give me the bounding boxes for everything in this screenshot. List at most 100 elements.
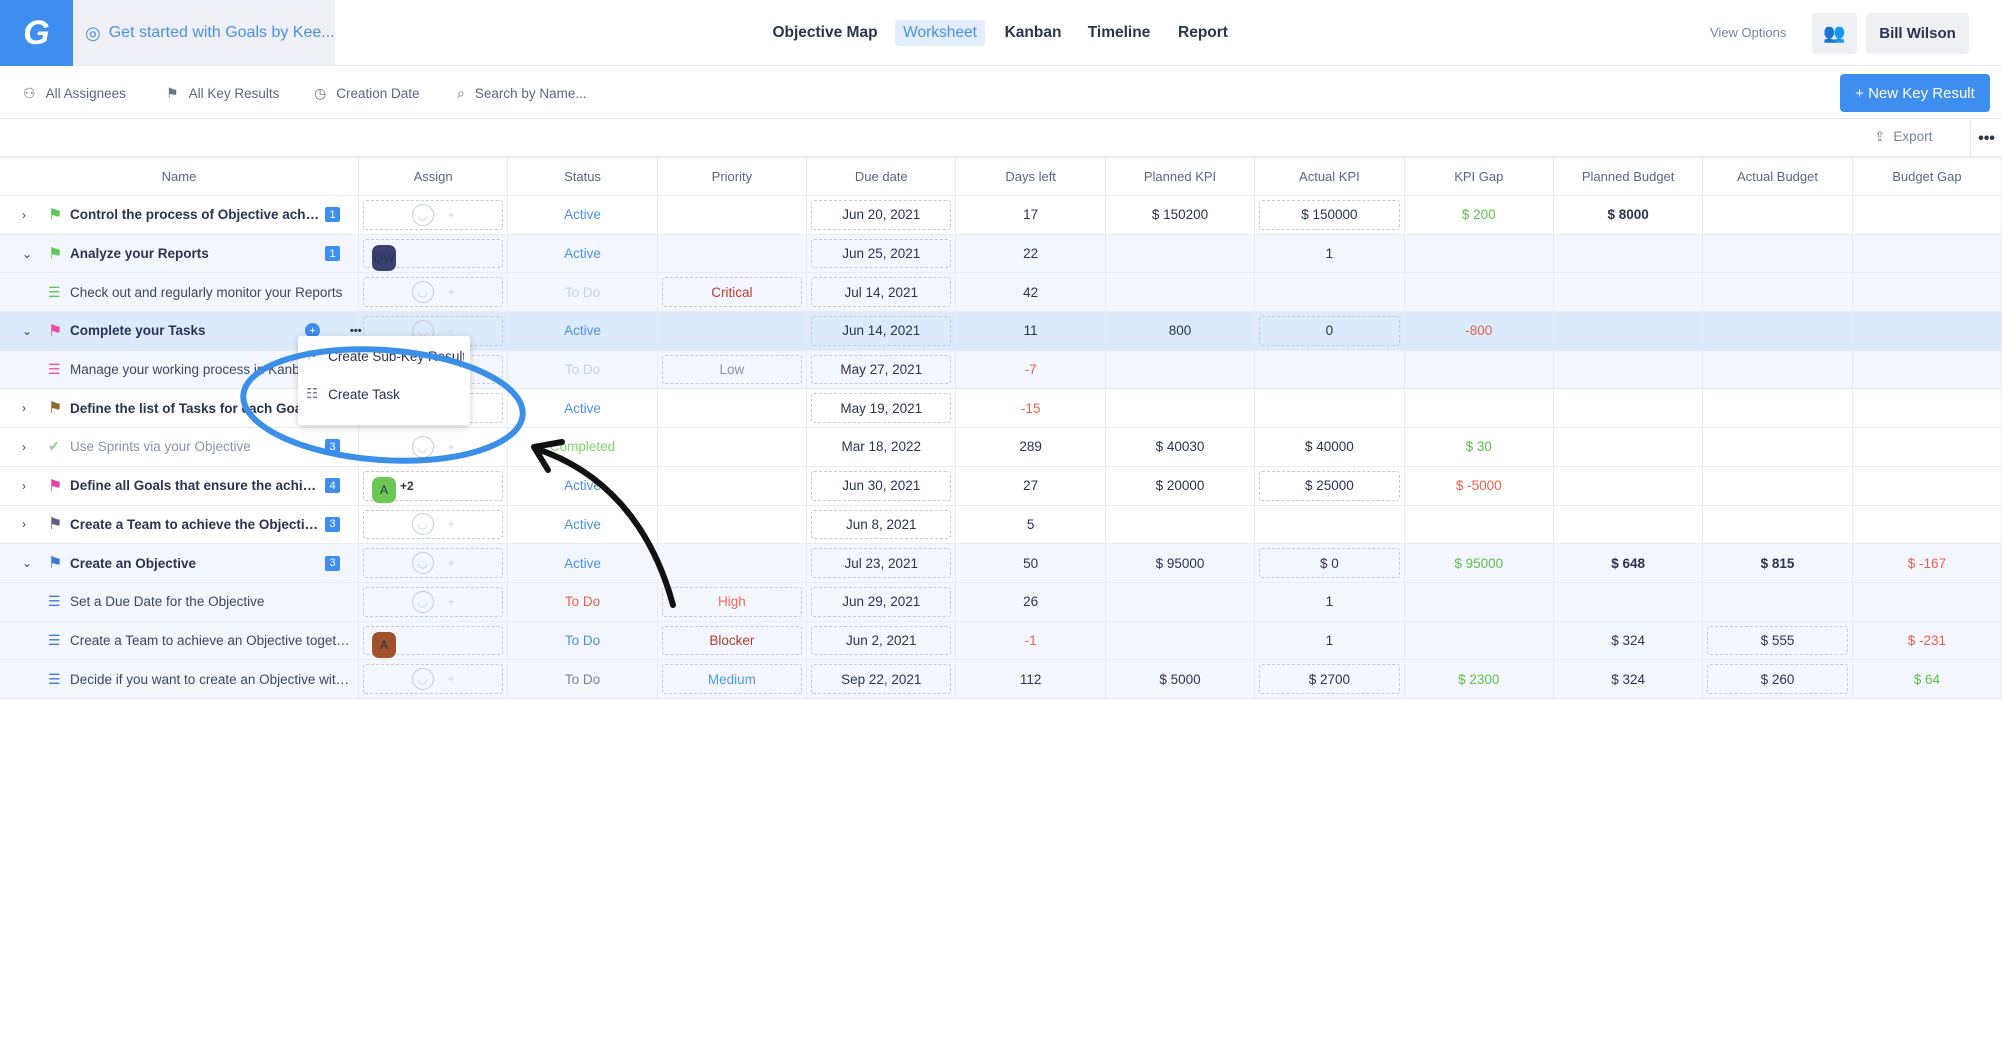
assign-field[interactable]: ◡+ (362, 200, 504, 230)
key-results-filter[interactable]: ⚑ All Key Results (166, 85, 279, 102)
view-options-button[interactable]: View Options (1710, 25, 1786, 40)
due-date-field[interactable]: Jun 30, 2021 (811, 470, 952, 501)
row-name[interactable]: Analyze your Reports (70, 246, 209, 261)
column-header[interactable]: Name (0, 158, 359, 195)
tab-report[interactable]: Report (1170, 20, 1236, 46)
assign-field[interactable]: ◡+ (363, 432, 503, 462)
column-header[interactable]: Status (508, 158, 658, 195)
menu-item-create-task[interactable]: ☷ Create Task (306, 386, 464, 402)
actual-kpi-field[interactable]: $ 0 (1259, 548, 1400, 578)
due-date-field[interactable]: Jul 23, 2021 (811, 548, 952, 578)
priority-field[interactable]: High (661, 586, 803, 617)
actual-kpi-field[interactable]: $ 2700 (1259, 664, 1400, 694)
row-name[interactable]: Control the process of Objective achieve… (70, 207, 320, 222)
chevron-right-icon[interactable]: › (22, 517, 26, 531)
due-date-field[interactable]: May 27, 2021 (811, 354, 952, 385)
due-date-field[interactable]: Jun 20, 2021 (811, 200, 952, 230)
table-row[interactable]: ☰ Check out and regularly monitor your Re… (0, 273, 2002, 313)
row-name[interactable]: Define the list of Tasks for each Goal t… (70, 401, 320, 416)
app-logo[interactable]: G (0, 0, 73, 66)
due-date-field[interactable]: Jul 14, 2021 (811, 277, 952, 308)
assign-field[interactable]: A +2 (362, 470, 504, 503)
column-header[interactable]: Budget Gap (1853, 158, 2002, 195)
priority-field[interactable]: Low (661, 354, 803, 385)
due-date-field[interactable]: Jun 25, 2021 (811, 238, 952, 269)
column-header[interactable]: Assign (359, 158, 509, 195)
row-name[interactable]: Create a Team to achieve an Objective to… (70, 633, 355, 648)
assign-field[interactable]: A (362, 625, 504, 658)
priority-field[interactable]: Blocker (661, 625, 803, 656)
chevron-down-icon[interactable]: ⌄ (22, 247, 32, 261)
actual-kpi-field[interactable]: 0 (1259, 316, 1400, 346)
tab-timeline[interactable]: Timeline (1080, 20, 1159, 46)
due-date-field[interactable]: Jun 8, 2021 (811, 509, 952, 540)
column-header[interactable]: Days left (956, 158, 1106, 195)
more-options-button[interactable]: ••• (1970, 121, 2002, 156)
column-header[interactable]: Priority (658, 158, 808, 195)
tab-objective-map[interactable]: Objective Map (764, 20, 885, 46)
assignees-filter[interactable]: ⚇ All Assignees (23, 85, 126, 102)
assign-field[interactable]: QW (362, 238, 504, 271)
actual-kpi-field[interactable]: $ 25000 (1259, 470, 1400, 501)
export-button[interactable]: ⇪ Export (1874, 129, 1932, 145)
column-header[interactable]: Planned KPI (1106, 158, 1256, 195)
creation-date-sort[interactable]: ◷ Creation Date (314, 85, 420, 102)
assign-field[interactable]: ◡+ (362, 664, 504, 694)
priority-field[interactable]: Critical (661, 277, 803, 308)
row-name[interactable]: Create an Objective (70, 556, 196, 571)
priority-field[interactable]: Medium (661, 664, 803, 694)
table-row[interactable]: ☰ Set a Due Date for the Objective ◡ + To Do… (0, 582, 2002, 622)
row-name[interactable]: Set a Due Date for the Objective (70, 594, 264, 609)
row-name[interactable]: Define all Goals that ensure the achieve… (70, 478, 320, 493)
table-row[interactable]: › ✔ Use Sprints via your Objective 3 ◡ + Compl… (0, 428, 2002, 467)
row-name[interactable]: Create a Team to achieve the Objective a… (70, 517, 320, 532)
search-input[interactable]: ⌕ Search by Name... (457, 85, 587, 102)
table-row[interactable]: ⌄ ⚑ Create an Objective 3 ◡ + Active Jul 23, 20… (0, 544, 2002, 583)
table-row[interactable]: ☰ Create a Team to achieve an Objective t… (0, 621, 2002, 661)
assign-field[interactable]: ◡+ (362, 277, 504, 308)
team-button[interactable]: 👥 (1812, 13, 1857, 54)
due-date-field[interactable]: Jun 29, 2021 (811, 586, 952, 617)
row-name[interactable]: Complete your Tasks (70, 323, 206, 338)
due-date-field[interactable]: Sep 22, 2021 (811, 664, 952, 694)
assign-field[interactable]: ◡+ (362, 586, 504, 617)
table-row[interactable]: › ⚑ Control the process of Objective achie… (0, 196, 2002, 235)
row-name[interactable]: Check out and regularly monitor your Rep… (70, 285, 342, 300)
menu-item-create-sub-key-result[interactable]: ⚑ Create Sub-Key Result (306, 348, 464, 364)
due-date-field[interactable]: Jun 14, 2021 (811, 316, 952, 346)
table-row[interactable]: › ⚑ Define all Goals that ensure the achie… (0, 466, 2002, 506)
column-header[interactable]: Actual Budget (1703, 158, 1853, 195)
chevron-down-icon[interactable]: ⌄ (22, 324, 32, 338)
planned-budget-value: $ 648 (1611, 555, 1646, 571)
actual-budget-field[interactable]: $ 260 (1707, 664, 1848, 694)
new-key-result-button[interactable]: + New Key Result (1840, 74, 1990, 112)
column-header[interactable]: KPI Gap (1405, 158, 1554, 195)
assign-field[interactable]: ◡+ (362, 548, 504, 578)
table-row[interactable]: ☰ Decide if you want to create an Objecti… (0, 660, 2002, 699)
chevron-right-icon[interactable]: › (22, 208, 26, 222)
due-date-cell: Jul 14, 2021 (807, 273, 957, 312)
priority-cell (658, 428, 808, 466)
project-title-button[interactable]: ◎ Get started with Goals by Kee... (73, 0, 335, 66)
actual-budget-field[interactable]: $ 555 (1707, 625, 1848, 656)
tab-worksheet[interactable]: Worksheet (895, 20, 985, 46)
table-row[interactable]: ⌄ ⚑ Analyze your Reports 1 QW Active Jun 25, 2… (0, 234, 2002, 274)
assign-field[interactable]: ◡+ (362, 509, 504, 540)
row-name[interactable]: Manage your working process in Kanban (70, 362, 315, 377)
chevron-right-icon[interactable]: › (22, 479, 26, 493)
due-date-field[interactable]: May 19, 2021 (811, 393, 952, 424)
assign-cell: ◡+ (359, 428, 509, 466)
column-header[interactable]: Due date (807, 158, 957, 195)
user-menu-button[interactable]: Bill Wilson (1866, 13, 1969, 54)
column-header[interactable]: Planned Budget (1554, 158, 1704, 195)
chevron-right-icon[interactable]: › (22, 440, 26, 454)
chevron-down-icon[interactable]: ⌄ (22, 556, 32, 570)
row-name[interactable]: Use Sprints via your Objective (70, 439, 251, 454)
row-name[interactable]: Decide if you want to create an Objectiv… (70, 672, 355, 687)
due-date-field[interactable]: Jun 2, 2021 (811, 625, 952, 656)
tab-kanban[interactable]: Kanban (997, 20, 1070, 46)
chevron-right-icon[interactable]: › (22, 401, 26, 415)
actual-kpi-field[interactable]: $ 150000 (1259, 200, 1400, 230)
column-header[interactable]: Actual KPI (1255, 158, 1405, 195)
table-row[interactable]: › ⚑ Create a Team to achieve the Objective… (0, 505, 2002, 545)
